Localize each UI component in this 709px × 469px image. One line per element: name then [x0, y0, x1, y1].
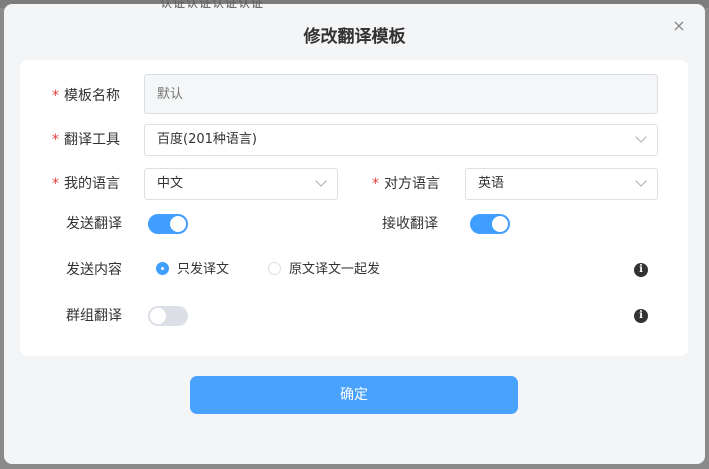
radio-original-and-translation[interactable]: 原文译文一起发	[268, 254, 380, 286]
translate-tool-value: 百度(201种语言)	[157, 132, 257, 147]
radio-translation-only[interactable]: 只发译文	[156, 254, 229, 286]
switch-knob	[170, 216, 186, 232]
receive-translate-switch[interactable]	[470, 214, 510, 234]
my-language-label: * 我的语言	[52, 176, 120, 192]
radio-checked-icon	[156, 262, 169, 275]
form-card: *模板名称 *翻译工具 百度(201种语言) *我的语言 中文 *对方语言 英语…	[20, 60, 688, 356]
send-translate-switch[interactable]	[148, 214, 188, 234]
required-mark: *	[52, 132, 59, 148]
my-language-value: 中文	[157, 176, 184, 191]
info-icon[interactable]: i	[634, 309, 648, 323]
close-icon[interactable]: ×	[669, 16, 689, 36]
translate-tool-select[interactable]: 百度(201种语言)	[144, 124, 658, 156]
switch-knob	[492, 216, 508, 232]
dialog-title: 修改翻译模板	[303, 27, 406, 47]
required-mark: *	[372, 176, 379, 192]
other-language-value: 英语	[478, 176, 505, 191]
send-translate-label: 发送翻译	[66, 216, 122, 232]
group-translate-label: 群组翻译	[66, 308, 122, 324]
edit-translate-template-dialog: 修改翻译模板 × *模板名称 *翻译工具 百度(201种语言) *我的语言 中文…	[4, 4, 705, 464]
template-name-label: * 模板名称	[52, 88, 120, 104]
chevron-down-icon	[635, 131, 647, 143]
info-icon[interactable]: i	[634, 263, 648, 277]
other-language-select[interactable]: 英语	[465, 168, 658, 200]
required-mark: *	[52, 88, 59, 104]
other-language-label: * 对方语言	[372, 176, 440, 192]
radio-unchecked-icon	[268, 262, 281, 275]
translate-tool-label: * 翻译工具	[52, 132, 120, 148]
required-mark: *	[52, 176, 59, 192]
group-translate-switch[interactable]	[148, 306, 188, 326]
backdrop-text: 认证认证认证认证	[160, 0, 265, 10]
send-content-label: 发送内容	[66, 262, 122, 278]
switch-knob	[150, 308, 166, 324]
receive-translate-label: 接收翻译	[382, 216, 438, 232]
template-name-input[interactable]	[144, 74, 658, 114]
chevron-down-icon	[315, 175, 327, 187]
chevron-down-icon	[635, 175, 647, 187]
my-language-select[interactable]: 中文	[144, 168, 338, 200]
confirm-button[interactable]: 确定	[190, 376, 518, 414]
